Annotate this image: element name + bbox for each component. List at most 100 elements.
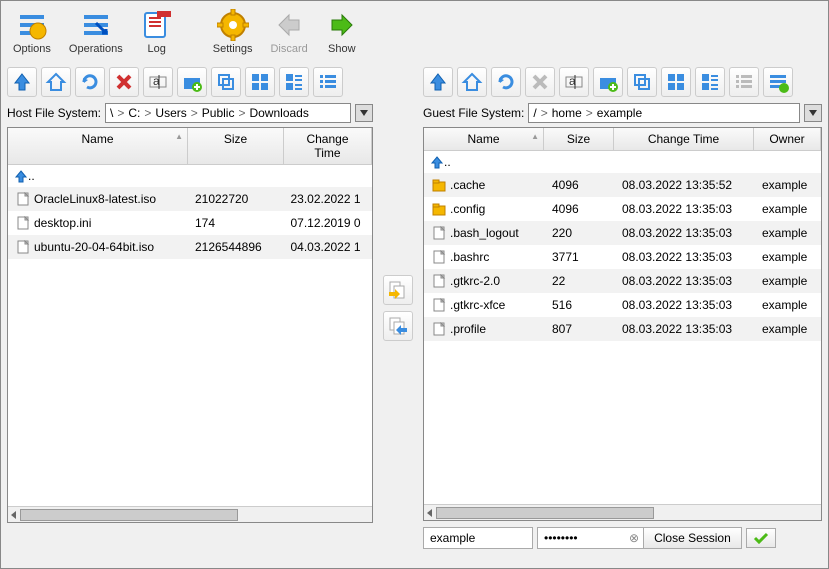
table-row[interactable]: .profile80708.03.2022 13:35:03example	[424, 317, 821, 341]
view-icons-icon[interactable]	[245, 67, 275, 97]
host-path-dropdown[interactable]	[355, 104, 373, 122]
copy-to-host-icon[interactable]	[383, 311, 413, 341]
up-icon[interactable]	[7, 67, 37, 97]
up-row[interactable]: ..	[8, 165, 372, 187]
rename-icon[interactable]: a	[559, 67, 589, 97]
close-session-button[interactable]: Close Session	[643, 527, 742, 549]
path-segment[interactable]: Downloads	[249, 106, 308, 120]
new-folder-icon[interactable]	[177, 67, 207, 97]
h-scrollbar[interactable]	[8, 506, 372, 522]
operations-button[interactable]: Operations	[65, 7, 127, 57]
col-owner[interactable]: Owner	[754, 128, 821, 150]
file-name: .cache	[450, 178, 485, 192]
file-owner: example	[754, 296, 821, 314]
show-button[interactable]: Show	[322, 7, 362, 57]
chevron-right-icon: >	[541, 106, 548, 120]
new-folder-icon[interactable]	[593, 67, 623, 97]
options-icon	[16, 9, 48, 41]
show-icon	[326, 9, 358, 41]
log-button[interactable]: Log	[137, 7, 177, 57]
up-icon[interactable]	[423, 67, 453, 97]
table-row[interactable]: desktop.ini17407.12.2019 0	[8, 211, 372, 235]
file-owner: example	[754, 200, 821, 218]
delete-icon[interactable]	[109, 67, 139, 97]
confirm-button[interactable]	[746, 528, 776, 548]
view-list-icon[interactable]	[729, 67, 759, 97]
path-segment[interactable]: /	[533, 106, 536, 120]
discard-button[interactable]: Discard	[266, 7, 311, 57]
table-row[interactable]: .gtkrc-2.02208.03.2022 13:35:03example	[424, 269, 821, 293]
file-icon	[16, 240, 30, 254]
session-settings-icon[interactable]	[763, 67, 793, 97]
guest-path-dropdown[interactable]	[804, 104, 822, 122]
up-row[interactable]: ..	[424, 151, 821, 173]
col-name[interactable]: Name▲	[424, 128, 544, 150]
path-segment[interactable]: C:	[128, 106, 140, 120]
col-change[interactable]: Change Time	[614, 128, 754, 150]
host-toolbar: a	[1, 63, 379, 101]
guest-path-box[interactable]: / > home > example	[528, 103, 800, 123]
user-input[interactable]	[423, 527, 533, 549]
path-segment[interactable]: Users	[155, 106, 186, 120]
file-owner: example	[754, 272, 821, 290]
home-icon[interactable]	[41, 67, 71, 97]
table-row[interactable]: OracleLinux8-latest.iso2102272023.02.202…	[8, 187, 372, 211]
host-path-box[interactable]: \ > C: > Users > Public > Downloads	[105, 103, 351, 123]
path-segment[interactable]: home	[552, 106, 582, 120]
guest-pathbar: Guest File System: / > home > example	[417, 101, 828, 125]
file-change: 08.03.2022 13:35:03	[614, 272, 754, 290]
table-row[interactable]: .bash_logout22008.03.2022 13:35:03exampl…	[424, 221, 821, 245]
table-row[interactable]: .config409608.03.2022 13:35:03example	[424, 197, 821, 221]
gear-icon	[217, 9, 249, 41]
folder-icon	[432, 202, 446, 216]
panes: a Host File System: \ > C: > Users > Pub…	[1, 63, 828, 553]
file-change: 08.03.2022 13:35:03	[614, 248, 754, 266]
file-change: 08.03.2022 13:35:52	[614, 176, 754, 194]
table-row[interactable]: .gtkrc-xfce51608.03.2022 13:35:03example	[424, 293, 821, 317]
copy-icon[interactable]	[211, 67, 241, 97]
view-details-icon[interactable]	[695, 67, 725, 97]
transfer-buttons	[379, 63, 417, 553]
copy-to-guest-icon[interactable]	[383, 275, 413, 305]
file-icon	[432, 250, 446, 264]
log-label: Log	[148, 43, 166, 55]
table-row[interactable]: .bashrc377108.03.2022 13:35:03example	[424, 245, 821, 269]
view-icons-icon[interactable]	[661, 67, 691, 97]
h-scrollbar[interactable]	[424, 504, 821, 520]
file-icon	[432, 274, 446, 288]
view-list-icon[interactable]	[313, 67, 343, 97]
home-icon[interactable]	[457, 67, 487, 97]
file-icon	[432, 322, 446, 336]
table-row[interactable]: .cache409608.03.2022 13:35:52example	[424, 173, 821, 197]
refresh-icon[interactable]	[75, 67, 105, 97]
path-segment[interactable]: Public	[202, 106, 235, 120]
file-change: 07.12.2019 0	[282, 214, 372, 232]
col-change[interactable]: Change Time	[284, 128, 372, 164]
file-size: 220	[544, 224, 614, 242]
col-size[interactable]: Size	[188, 128, 284, 164]
path-segment[interactable]: example	[597, 106, 642, 120]
rename-icon[interactable]: a	[143, 67, 173, 97]
settings-button[interactable]: Settings	[209, 7, 257, 57]
clear-icon[interactable]: ⊗	[629, 531, 639, 545]
col-size[interactable]: Size	[544, 128, 614, 150]
copy-icon[interactable]	[627, 67, 657, 97]
operations-icon	[80, 9, 112, 41]
path-segment[interactable]: \	[110, 106, 113, 120]
file-change: 08.03.2022 13:35:03	[614, 320, 754, 338]
host-table-header: Name▲ Size Change Time	[8, 128, 372, 165]
delete-icon[interactable]	[525, 67, 555, 97]
up-icon	[430, 155, 444, 169]
file-name: .profile	[450, 322, 486, 336]
file-name: .gtkrc-xfce	[450, 298, 505, 312]
file-owner: example	[754, 320, 821, 338]
file-size: 3771	[544, 248, 614, 266]
options-button[interactable]: Options	[9, 7, 55, 57]
guest-table-body: ...cache409608.03.2022 13:35:52example.c…	[424, 151, 821, 504]
log-icon	[141, 9, 173, 41]
file-size: 22	[544, 272, 614, 290]
table-row[interactable]: ubuntu-20-04-64bit.iso212654489604.03.20…	[8, 235, 372, 259]
view-details-icon[interactable]	[279, 67, 309, 97]
refresh-icon[interactable]	[491, 67, 521, 97]
col-name[interactable]: Name▲	[8, 128, 188, 164]
